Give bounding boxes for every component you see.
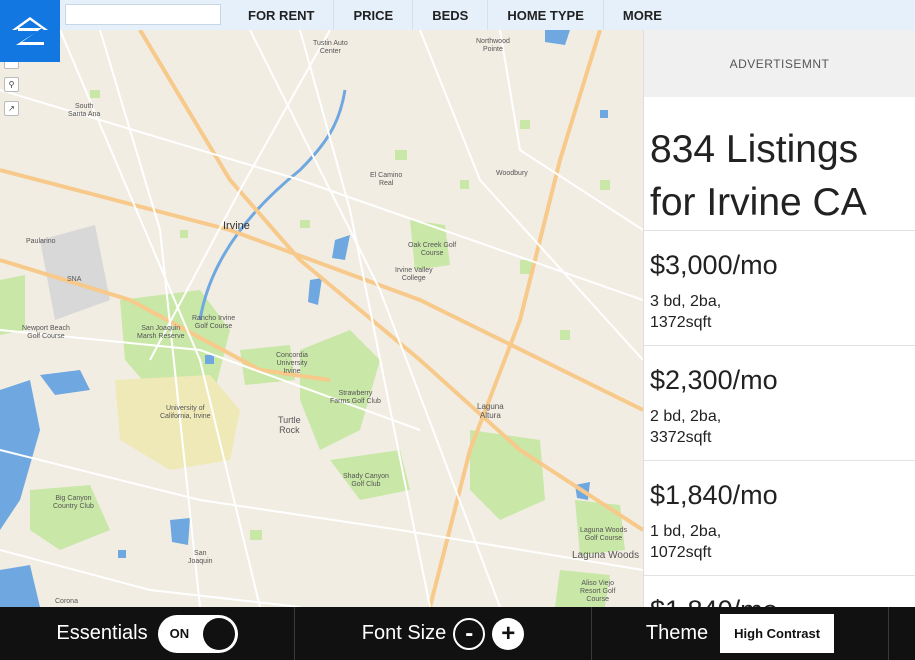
listing-card[interactable]: $1,840/mo	[644, 576, 915, 607]
top-bar: FOR RENT PRICE BEDS HOME TYPE MORE	[0, 0, 915, 62]
map-label: Irvine Valley College	[395, 267, 433, 282]
home-z-icon	[12, 17, 48, 45]
map-label: South Santa Ana	[68, 103, 101, 118]
external-link-icon[interactable]: ↗	[4, 101, 19, 116]
map-label: Rancho Irvine Golf Course	[192, 315, 236, 330]
tab-price[interactable]: PRICE	[333, 0, 412, 30]
map-label: Turtle Rock	[278, 415, 301, 435]
theme-label: Theme	[645, 622, 709, 644]
essentials-label: Essentials	[56, 622, 148, 644]
map-label: Big Canyon Country Club	[53, 495, 94, 510]
listing-details: 1 bd, 2ba, 1072sqft	[650, 523, 722, 561]
theme-section: Theme High Contrast	[592, 607, 889, 660]
map-view[interactable]: − ⚲ ↗ Irvine Tustin Auto Center Northwoo…	[0, 30, 643, 607]
font-size-section: Font Size - +	[295, 607, 592, 660]
map-label: San Joaquin Marsh Reserve	[137, 325, 185, 340]
map-label: El Camino Real	[370, 172, 403, 187]
accessibility-bar: Essentials ON Font Size - + Theme High C…	[0, 607, 915, 660]
zillow-logo[interactable]	[0, 0, 60, 62]
toggle-knob	[202, 617, 235, 650]
map-search-icon[interactable]: ⚲	[4, 77, 19, 92]
toggle-state: ON	[169, 625, 190, 641]
listing-card[interactable]: $2,300/mo 2 bd, 2ba, 3372sqft	[644, 346, 915, 461]
listings-panel[interactable]: ADVERTISEMNT 834 Listings for Irvine CA …	[643, 30, 915, 607]
advertisement[interactable]: ADVERTISEMNT	[644, 30, 915, 97]
listing-price: $3,000/mo	[650, 250, 778, 280]
listing-details: 3 bd, 2ba, 1372sqft	[650, 293, 722, 331]
map-label: Strawberry Farms Golf Club	[330, 390, 381, 405]
font-size-label: Font Size	[361, 622, 447, 644]
listing-card[interactable]: $1,840/mo 1 bd, 2ba, 1072sqft	[644, 461, 915, 576]
filter-nav: FOR RENT PRICE BEDS HOME TYPE MORE	[229, 0, 681, 30]
city-label: Irvine	[223, 220, 250, 232]
decrease-font-button[interactable]: -	[453, 617, 486, 650]
map-label: Laguna Woods Golf Course	[580, 527, 627, 542]
tab-beds[interactable]: BEDS	[412, 0, 487, 30]
map-label: SNA	[67, 276, 82, 283]
listing-card[interactable]: $3,000/mo 3 bd, 2ba, 1372sqft	[644, 231, 915, 346]
map-label: Corona	[55, 598, 78, 605]
increase-font-button[interactable]: +	[492, 617, 525, 650]
tab-for-rent[interactable]: FOR RENT	[229, 0, 333, 30]
map-label: Shady Canyon Golf Club	[343, 473, 389, 488]
essentials-toggle[interactable]: ON	[157, 614, 238, 653]
essentials-section: Essentials ON	[0, 607, 295, 660]
tab-more[interactable]: MORE	[602, 0, 681, 30]
listing-price: $1,840/mo	[650, 480, 778, 510]
high-contrast-button[interactable]: High Contrast	[720, 614, 835, 653]
bar-spacer	[889, 607, 915, 660]
map-label: Newport Beach Golf Course	[22, 325, 70, 340]
map-label: Aliso Viejo Resort Golf Course	[580, 580, 616, 603]
search-input[interactable]	[65, 4, 221, 25]
map-label: Paularino	[26, 238, 56, 245]
map-label: San Joaquin	[188, 550, 213, 565]
map-label: Laguna Altura	[477, 402, 504, 420]
listing-details: 2 bd, 2ba, 3372sqft	[650, 408, 722, 446]
map-label: Northwood Pointe	[476, 38, 510, 53]
listings-heading: 834 Listings for Irvine CA	[644, 97, 915, 231]
map-label: Woodbury	[496, 170, 528, 177]
map-label: Oak Creek Golf Course	[408, 242, 457, 257]
map-label: University of California, Irvine	[160, 405, 211, 420]
tab-home-type[interactable]: HOME TYPE	[487, 0, 603, 30]
listing-price: $1,840/mo	[650, 594, 909, 607]
map-label: Laguna Woods	[572, 550, 640, 561]
map-label: Concordia University Irvine	[276, 352, 308, 375]
listing-price: $2,300/mo	[650, 365, 778, 395]
map-label: Tustin Auto Center	[313, 40, 348, 55]
